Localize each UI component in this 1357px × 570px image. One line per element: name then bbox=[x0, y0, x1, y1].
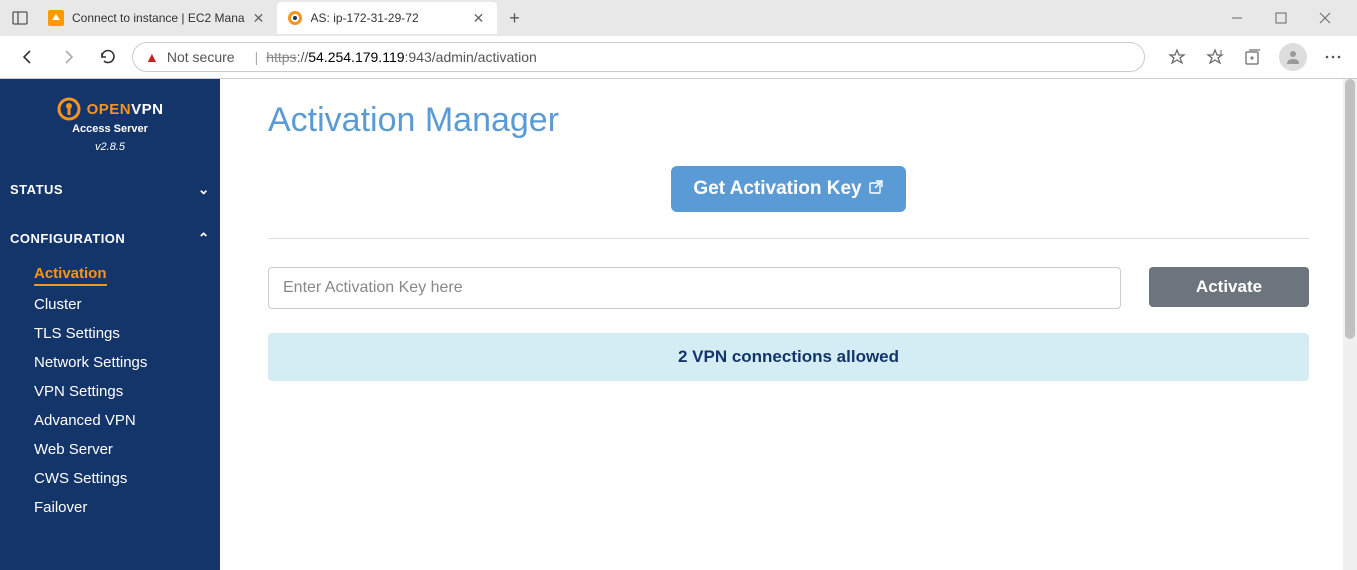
nav-section-configuration: CONFIGURATION ⌃ Activation Cluster TLS S… bbox=[0, 212, 220, 532]
scrollbar-track[interactable] bbox=[1343, 79, 1357, 570]
url-path: :943/admin/activation bbox=[405, 49, 537, 65]
refresh-button[interactable] bbox=[92, 41, 124, 73]
connections-info-banner: 2 VPN connections allowed bbox=[268, 333, 1309, 381]
sidebar-item-web-server[interactable]: Web Server bbox=[34, 435, 210, 464]
sidebar-item-activation[interactable]: Activation bbox=[34, 259, 107, 286]
browser-tab-1[interactable]: AS: ip-172-31-29-72 ✕ bbox=[277, 2, 497, 34]
forward-button[interactable] bbox=[52, 41, 84, 73]
favorites-bar-icon[interactable] bbox=[1203, 45, 1227, 69]
activation-input-row: Activate bbox=[268, 267, 1309, 309]
sidebar-item-vpn-settings[interactable]: VPN Settings bbox=[34, 377, 210, 406]
divider bbox=[268, 238, 1309, 239]
profile-avatar[interactable] bbox=[1279, 43, 1307, 71]
browser-chrome: Connect to instance | EC2 Mana ✕ AS: ip-… bbox=[0, 0, 1357, 79]
insecure-icon: ▲ bbox=[145, 49, 159, 65]
nav-header-label: CONFIGURATION bbox=[10, 231, 125, 246]
tab-close-icon[interactable]: ✕ bbox=[251, 10, 267, 26]
browser-tab-0[interactable]: Connect to instance | EC2 Mana ✕ bbox=[38, 2, 277, 34]
get-activation-key-button[interactable]: Get Activation Key bbox=[671, 166, 905, 212]
nav-header-configuration[interactable]: CONFIGURATION ⌃ bbox=[10, 226, 210, 251]
logo-text: OPENVPN bbox=[87, 101, 164, 118]
activate-button[interactable]: Activate bbox=[1149, 267, 1309, 307]
sidebar-item-advanced-vpn[interactable]: Advanced VPN bbox=[34, 406, 210, 435]
maximize-button[interactable] bbox=[1267, 4, 1295, 32]
tab-title: AS: ip-172-31-29-72 bbox=[311, 11, 465, 25]
tab-bar: Connect to instance | EC2 Mana ✕ AS: ip-… bbox=[0, 0, 1357, 36]
openvpn-favicon bbox=[287, 10, 303, 26]
back-button[interactable] bbox=[12, 41, 44, 73]
sidebar-item-cluster[interactable]: Cluster bbox=[34, 290, 210, 319]
logo-block: OPENVPN Access Server v2.8.5 bbox=[0, 79, 220, 163]
close-window-button[interactable] bbox=[1311, 4, 1339, 32]
star-favorite-icon[interactable] bbox=[1165, 45, 1189, 69]
scrollbar-thumb[interactable] bbox=[1345, 79, 1355, 339]
nav-section-status: STATUS ⌄ bbox=[0, 163, 220, 212]
minimize-button[interactable] bbox=[1223, 4, 1251, 32]
get-key-row: Get Activation Key bbox=[268, 166, 1309, 212]
tab-close-icon[interactable]: ✕ bbox=[471, 10, 487, 26]
address-bar-icons bbox=[1165, 43, 1345, 71]
nav-header-status[interactable]: STATUS ⌄ bbox=[10, 177, 210, 202]
chevron-up-icon: ⌃ bbox=[198, 230, 210, 247]
sidebar-item-cws-settings[interactable]: CWS Settings bbox=[34, 464, 210, 493]
url-separator: | bbox=[255, 49, 259, 65]
external-link-icon bbox=[868, 179, 884, 200]
new-tab-button[interactable]: + bbox=[501, 4, 529, 32]
sidebar-item-failover[interactable]: Failover bbox=[34, 493, 210, 522]
get-key-label: Get Activation Key bbox=[693, 178, 861, 200]
tab-panel-button[interactable] bbox=[6, 4, 34, 32]
tab-title: Connect to instance | EC2 Mana bbox=[72, 11, 245, 25]
url-input[interactable]: ▲ Not secure | https://54.254.179.119:94… bbox=[132, 42, 1145, 72]
sidebar-item-network-settings[interactable]: Network Settings bbox=[34, 348, 210, 377]
chevron-down-icon: ⌄ bbox=[198, 181, 210, 198]
address-bar: ▲ Not secure | https://54.254.179.119:94… bbox=[0, 36, 1357, 78]
collections-icon[interactable] bbox=[1241, 45, 1265, 69]
app-container: OPENVPN Access Server v2.8.5 STATUS ⌄ CO… bbox=[0, 79, 1357, 570]
url-host: 54.254.179.119 bbox=[308, 49, 404, 65]
security-label: Not secure bbox=[167, 49, 235, 65]
page-title: Activation Manager bbox=[268, 101, 1309, 140]
nav-header-label: STATUS bbox=[10, 182, 63, 197]
nav-items-configuration: Activation Cluster TLS Settings Network … bbox=[10, 259, 210, 522]
openvpn-logo-icon bbox=[57, 97, 81, 121]
url-scheme: https bbox=[266, 49, 296, 65]
more-menu-icon[interactable] bbox=[1321, 45, 1345, 69]
aws-favicon bbox=[48, 10, 64, 26]
sidebar: OPENVPN Access Server v2.8.5 STATUS ⌄ CO… bbox=[0, 79, 220, 570]
logo-subtitle: Access Server bbox=[10, 123, 210, 135]
sidebar-item-tls-settings[interactable]: TLS Settings bbox=[34, 319, 210, 348]
activation-key-input[interactable] bbox=[268, 267, 1121, 309]
version-label: v2.8.5 bbox=[10, 141, 210, 153]
main-content: Activation Manager Get Activation Key Ac… bbox=[220, 79, 1357, 570]
window-controls bbox=[1223, 4, 1351, 32]
